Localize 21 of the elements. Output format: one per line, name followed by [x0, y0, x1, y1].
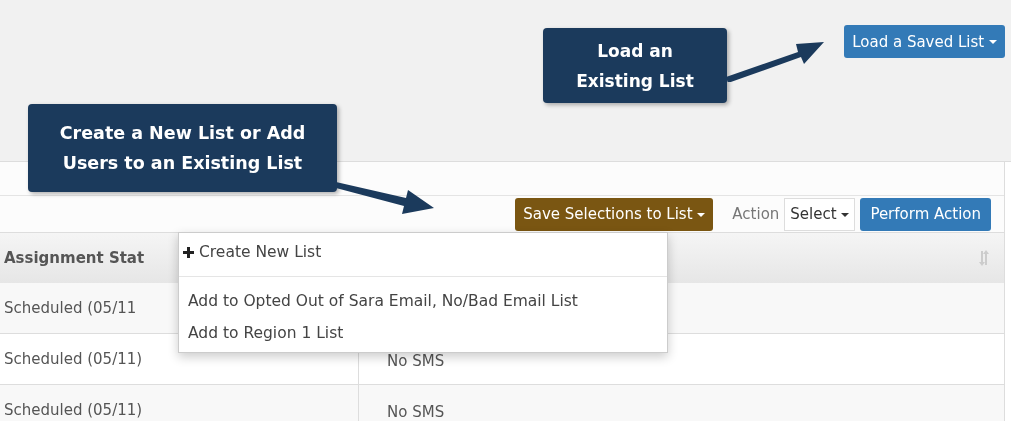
- menu-item[interactable]: Create New List: [179, 236, 667, 268]
- caret-icon: [841, 212, 850, 217]
- menu-item[interactable]: Add to Region 1 List: [179, 317, 667, 349]
- column-header: Assignment Stat: [4, 249, 145, 267]
- menu-item[interactable]: Add to Opted Out of Sara Email, No/Bad Email List: [179, 285, 667, 317]
- caret-icon: [989, 40, 997, 44]
- perform-action-button[interactable]: Perform Action: [860, 197, 991, 231]
- table-cell: Scheduled (05/11: [4, 299, 137, 317]
- callout: Create a New List or Add Users to an Existing List: [28, 104, 337, 192]
- callout: Load an Existing List: [543, 28, 727, 103]
- table-cell: Scheduled (05/11): [4, 350, 143, 368]
- save-selections-button[interactable]: Save Selections to List: [515, 197, 714, 231]
- sort-icon[interactable]: [978, 250, 990, 266]
- action-select[interactable]: Select: [784, 197, 856, 231]
- caret-icon: [697, 212, 706, 217]
- load-list-button[interactable]: Load a Saved List: [844, 25, 1005, 58]
- table-cell: Scheduled (05/11): [4, 401, 143, 419]
- table-cell: No SMS: [387, 403, 445, 421]
- action-label: Action: [732, 205, 780, 223]
- plus-icon: [183, 246, 194, 258]
- table-cell: No SMS: [387, 352, 445, 370]
